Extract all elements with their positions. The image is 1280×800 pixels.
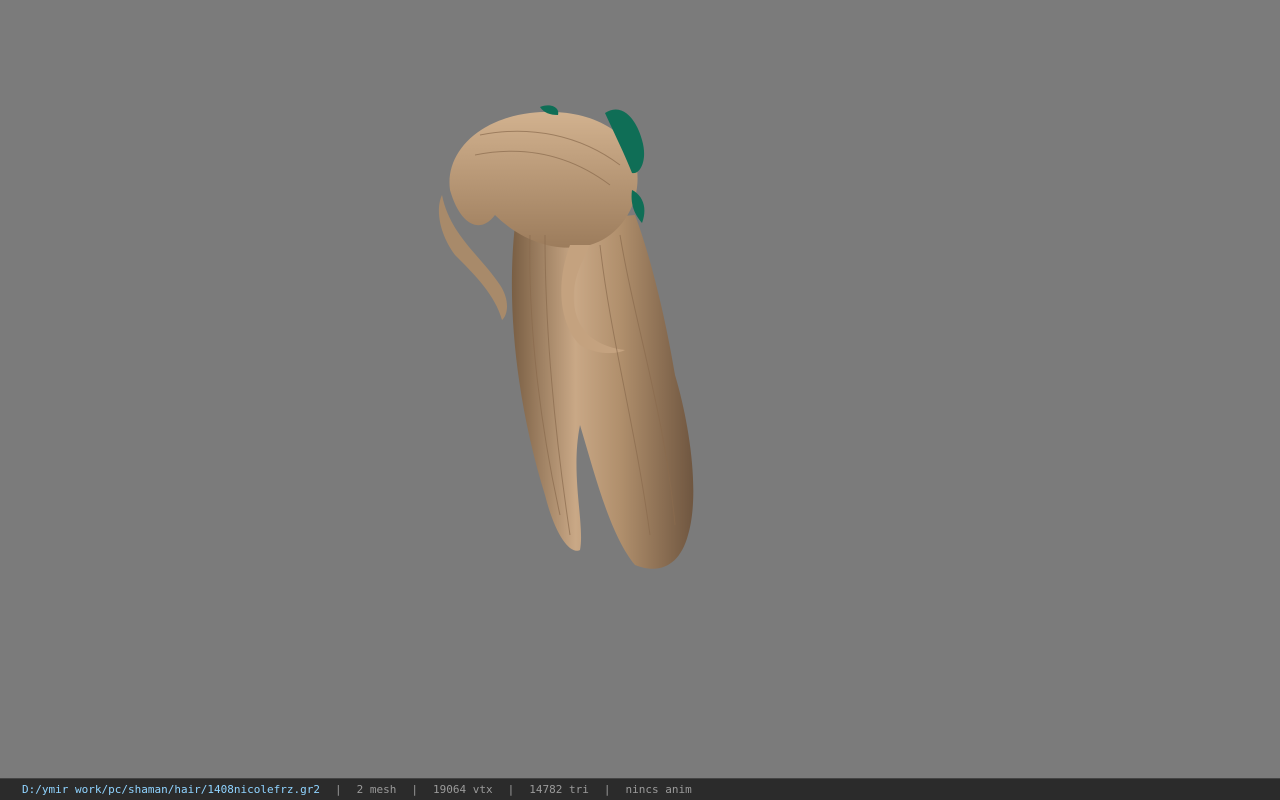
hair-model-render xyxy=(438,105,694,569)
file-path: D:/ymir work/pc/shaman/hair/1408nicolefr… xyxy=(22,783,321,796)
separator: | xyxy=(603,783,611,796)
hair-crown xyxy=(449,111,638,248)
separator: | xyxy=(335,783,342,796)
vertex-count: 19064 vtx xyxy=(433,783,493,796)
triangle-count: 14782 tri xyxy=(529,783,589,796)
anim-status: nincs anim xyxy=(625,783,692,796)
3d-viewport[interactable] xyxy=(0,0,1280,778)
status-bar: D:/ymir work/pc/shaman/hair/1408nicolefr… xyxy=(0,778,1280,800)
separator: | xyxy=(507,783,515,796)
mesh-count: 2 mesh xyxy=(356,783,397,796)
separator: | xyxy=(411,783,419,796)
